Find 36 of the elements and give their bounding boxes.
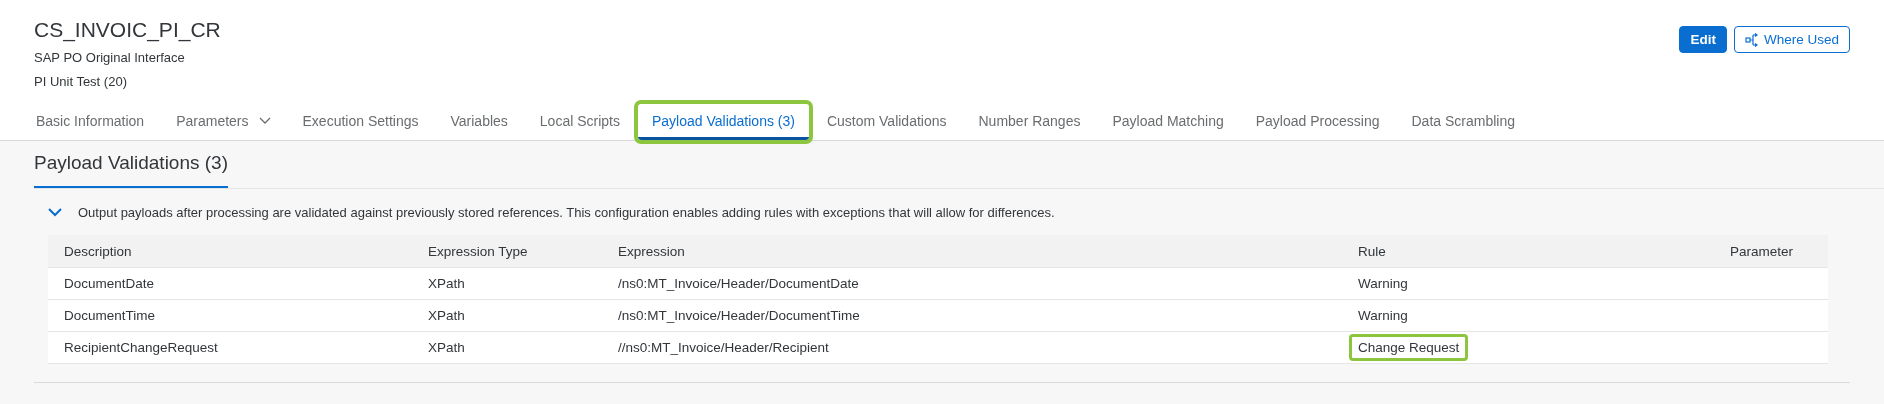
tab[interactable]: Payload Processing — [1241, 104, 1394, 140]
column-header: Description — [64, 243, 132, 259]
table-cell: XPath — [428, 276, 465, 291]
table-cell: DocumentTime — [64, 308, 156, 323]
edit-button[interactable]: Edit — [1679, 26, 1727, 53]
table-cell: Change Request — [1349, 334, 1469, 361]
tab[interactable]: Basic Information — [22, 104, 159, 140]
table-cell: RecipientChangeRequest — [64, 340, 218, 355]
tab[interactable]: Number Ranges — [964, 104, 1095, 140]
tab[interactable]: Local Scripts — [525, 104, 634, 140]
tab[interactable]: Variables — [436, 104, 522, 140]
table-cell: XPath — [428, 308, 465, 323]
tab[interactable]: Data Scrambling — [1397, 104, 1529, 140]
column-header: Expression — [618, 243, 685, 259]
subtitle: SAP PO Original Interface — [34, 50, 186, 65]
tab[interactable]: Execution Settings — [288, 104, 433, 140]
tab[interactable]: Payload Matching — [1098, 104, 1238, 140]
flow-icon — [1744, 32, 1759, 47]
table-cell: DocumentDate — [64, 276, 155, 291]
column-header: Rule — [1358, 243, 1386, 259]
section-description: Output payloads after processing are validated against previously stored references. This configuration enables adding rules with exceptions that will allow for differences. — [78, 204, 1055, 220]
table-cell-text: Warning — [1357, 307, 1409, 325]
table-cell: /ns0:MT_Invoice/Header/DocumentTime — [618, 308, 860, 323]
section-title: Payload Validations (3) — [34, 141, 228, 188]
tab[interactable]: Custom Validations — [812, 104, 961, 140]
column-header: Expression Type — [428, 243, 528, 259]
table-cell-text: Warning — [1357, 275, 1409, 293]
chevron-down-icon[interactable] — [48, 207, 62, 217]
context-label: PI Unit Test (20) — [34, 74, 128, 89]
tab[interactable]: Parameters — [162, 104, 285, 140]
table-cell: XPath — [428, 340, 465, 355]
page-title: CS_INVOIC_PI_CR — [34, 18, 221, 42]
column-header: Parameter — [1730, 243, 1794, 259]
table-cell: /ns0:MT_Invoice/Header/DocumentDate — [618, 276, 859, 291]
where-used-button[interactable]: Where Used — [1733, 26, 1850, 53]
table-cell: //ns0:MT_Invoice/Header/Recipient — [618, 340, 829, 355]
